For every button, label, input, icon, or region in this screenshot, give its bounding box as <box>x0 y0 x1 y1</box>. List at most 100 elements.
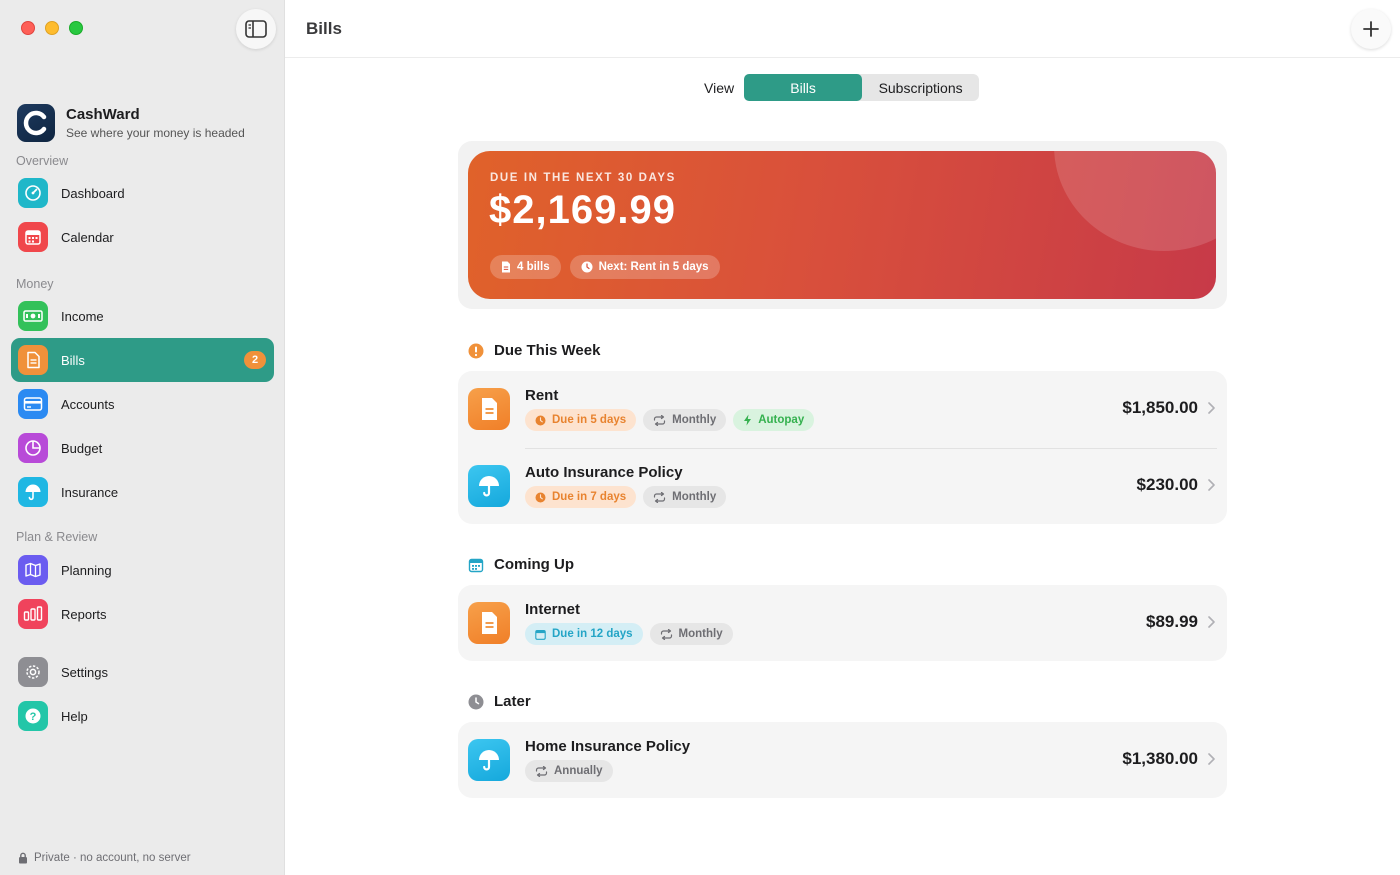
umbrella-icon <box>18 477 48 507</box>
sidebar-item-label: Planning <box>61 562 112 578</box>
add-bill-button[interactable] <box>1351 9 1391 49</box>
sidebar-item-accounts[interactable]: Accounts <box>11 382 274 426</box>
sidebar-item-label: Bills <box>61 352 85 368</box>
app-name: CashWard <box>66 106 140 123</box>
zoom-window-button[interactable] <box>69 21 83 35</box>
group-header-due-this-week: Due This Week <box>468 342 600 359</box>
sidebar-item-planning[interactable]: Planning <box>11 548 274 592</box>
clock-icon <box>581 261 593 273</box>
close-window-button[interactable] <box>21 21 35 35</box>
chevron-right-icon <box>1208 753 1215 765</box>
clock-icon <box>468 694 484 709</box>
chevron-right-icon <box>1208 479 1215 491</box>
sidebar-item-bills[interactable]: Bills 2 <box>11 338 274 382</box>
frequency-chip: Monthly <box>643 409 727 431</box>
group-header-later: Later <box>468 693 531 710</box>
bill-chips: Due in 7 days Monthly <box>525 486 727 508</box>
sidebar-item-label: Dashboard <box>61 185 125 201</box>
privacy-note-text: Private · no account, no server <box>34 852 191 864</box>
due-chip-text: Due in 12 days <box>552 628 633 640</box>
sidebar-item-label: Insurance <box>61 484 119 500</box>
map-icon <box>18 555 48 585</box>
section-label-money: Money <box>16 277 54 291</box>
toolbar: Bills <box>285 0 1400 58</box>
bill-chips: Due in 12 days Monthly <box>525 623 733 645</box>
calendar-icon <box>468 558 484 572</box>
sidebar-item-reports[interactable]: Reports <box>11 592 274 636</box>
bill-amount: $1,380.00 <box>1122 749 1198 768</box>
view-switch-label: View <box>704 79 735 96</box>
banknote-icon <box>18 301 48 331</box>
gauge-icon <box>18 178 48 208</box>
bill-group-card: Rent Due in 5 days Monthly Autopay $1,85… <box>458 371 1227 524</box>
brand: CashWard See where your money is headed <box>17 104 245 142</box>
frequency-chip-text: Annually <box>554 765 603 777</box>
next-bill-chip: Next: Rent in 5 days <box>569 255 720 279</box>
sidebar-item-label: Calendar <box>61 229 114 245</box>
sidebar-item-dashboard[interactable]: Dashboard <box>11 171 274 215</box>
question-icon: ? <box>18 701 48 731</box>
frequency-chip: Monthly <box>649 623 733 645</box>
bill-amount: $230.00 <box>1136 475 1198 494</box>
summary-card-container: DUE IN THE NEXT 30 DAYS $2,169.99 4 bill… <box>458 141 1227 309</box>
due-chip: Due in 12 days <box>525 623 643 645</box>
chevron-right-icon <box>1208 616 1215 628</box>
due-chip: Due in 5 days <box>525 409 637 431</box>
repeat-icon <box>654 491 666 503</box>
bill-row-home-insurance[interactable]: Home Insurance Policy Annually $1,380.00 <box>458 722 1227 798</box>
sidebar-item-calendar[interactable]: Calendar <box>11 215 274 259</box>
chevron-right-icon <box>1208 402 1215 414</box>
bill-name: Home Insurance Policy <box>525 738 691 755</box>
minimize-window-button[interactable] <box>45 21 59 35</box>
sidebar-icon <box>245 20 267 38</box>
document-icon <box>468 388 510 430</box>
page-title: Bills <box>306 19 342 38</box>
bill-amount: $1,850.00 <box>1122 398 1198 417</box>
bill-name: Internet <box>525 601 581 618</box>
summary-amount: $2,169.99 <box>489 188 676 232</box>
sidebar-item-settings[interactable]: Settings <box>11 650 274 694</box>
bolt-icon <box>744 414 752 426</box>
bills-count-chip: 4 bills <box>490 255 561 279</box>
bill-amount: $89.99 <box>1146 612 1198 631</box>
sidebar-item-label: Income <box>61 308 104 324</box>
sidebar-item-insurance[interactable]: Insurance <box>11 470 274 514</box>
bill-row-auto-insurance[interactable]: Auto Insurance Policy Due in 7 days Mont… <box>458 448 1227 524</box>
sidebar-item-budget[interactable]: Budget <box>11 426 274 470</box>
bar-chart-icon <box>18 599 48 629</box>
decorative-circle <box>1054 151 1216 251</box>
document-icon <box>18 345 48 375</box>
document-icon <box>502 261 510 273</box>
repeat-icon <box>660 628 672 640</box>
toggle-sidebar-button[interactable] <box>236 9 276 49</box>
sidebar-item-help[interactable]: ? Help <box>11 694 274 738</box>
due-chip-text: Due in 5 days <box>552 414 627 426</box>
segment-subscriptions[interactable]: Subscriptions <box>862 74 979 101</box>
group-header-coming-up: Coming Up <box>468 556 574 573</box>
frequency-chip-text: Monthly <box>672 414 717 426</box>
plus-icon <box>1363 21 1379 37</box>
frequency-chip-text: Monthly <box>672 491 717 503</box>
sidebar-item-label: Budget <box>61 440 103 456</box>
calendar-icon <box>535 629 546 640</box>
clock-icon <box>535 415 546 425</box>
view-switch: View Bills Subscriptions <box>704 74 980 101</box>
summary-card: DUE IN THE NEXT 30 DAYS $2,169.99 4 bill… <box>468 151 1216 299</box>
lock-icon <box>19 852 27 864</box>
window-controls <box>21 21 83 35</box>
summary-chips: 4 bills Next: Rent in 5 days <box>490 255 720 279</box>
autopay-chip: Autopay <box>733 409 815 431</box>
pie-icon <box>18 433 48 463</box>
bill-row-internet[interactable]: Internet Due in 12 days Monthly $89.99 <box>458 585 1227 661</box>
bill-row-rent[interactable]: Rent Due in 5 days Monthly Autopay $1,85… <box>458 371 1227 447</box>
app-tagline: See where your money is headed <box>66 126 245 140</box>
gear-icon <box>18 657 48 687</box>
card-icon <box>18 389 48 419</box>
umbrella-icon <box>468 739 510 781</box>
segment-bills[interactable]: Bills <box>744 74 863 101</box>
bills-count-badge: 2 <box>244 351 266 369</box>
sidebar-item-income[interactable]: Income <box>11 294 274 338</box>
frequency-chip: Annually <box>525 760 613 782</box>
bill-name: Auto Insurance Policy <box>525 464 683 481</box>
sidebar: CashWard See where your money is headed … <box>0 0 285 875</box>
